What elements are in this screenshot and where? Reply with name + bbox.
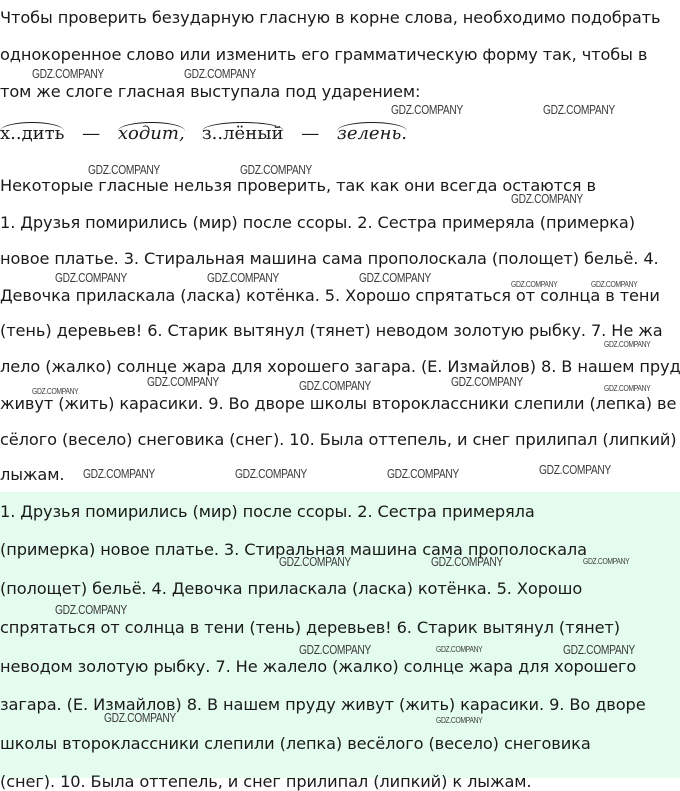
watermark: GDZ.COMPANY [563, 643, 635, 657]
example-word: з..лёный [201, 123, 284, 144]
watermark: GDZ.COMPANY [207, 271, 279, 285]
task-line: живут (жить) карасики. 9. Во дворе школы… [0, 394, 677, 413]
watermark: GDZ.COMPANY [299, 379, 371, 393]
example-word: ходит, [117, 123, 185, 144]
root-arc: з..лёный [201, 122, 284, 144]
answer-line: неводом золотую рыбку. 7. Не жалело (жал… [0, 657, 637, 676]
answer-panel: 1. Друзья помирились (мир) после ссоры. … [0, 492, 680, 791]
watermark: GDZ.COMPANY [604, 340, 651, 349]
example-word: х..дить [0, 123, 65, 144]
watermark: GDZ.COMPANY [55, 603, 127, 617]
watermark: GDZ.COMPANY [32, 67, 104, 81]
dash: — [301, 123, 320, 144]
watermark: GDZ.COMPANY [543, 103, 615, 117]
task-line: новое платье. 3. Стиральная машина сама … [0, 249, 659, 268]
task-line: лыжам. [0, 465, 65, 484]
answer-line: (снег). 10. Была оттепель, и снег прилип… [0, 772, 532, 791]
answer-line: школы второклассники слепили (лепка) вес… [0, 734, 591, 753]
task-line: лело (жалко) солнце жара для хорошего за… [0, 357, 680, 376]
answer-line: спрятаться от солнца в тени (тень) дерев… [0, 618, 620, 637]
watermark: GDZ.COMPANY [32, 387, 79, 396]
task-line: Девочка приласкала (ласка) котёнка. 5. Х… [0, 286, 660, 305]
watermark: GDZ.COMPANY [359, 271, 431, 285]
watermark: GDZ.COMPANY [235, 467, 307, 481]
watermark: GDZ.COMPANY [451, 375, 523, 389]
watermark: GDZ.COMPANY [55, 271, 127, 285]
watermark: GDZ.COMPANY [539, 463, 611, 477]
watermark: GDZ.COMPANY [299, 643, 371, 657]
watermark: GDZ.COMPANY [147, 375, 219, 389]
root-example: х..дить — ходит, з..лёный — зелень. [0, 122, 407, 144]
watermark: GDZ.COMPANY [431, 555, 503, 569]
root-arc: х..дить [0, 122, 65, 144]
watermark: GDZ.COMPANY [436, 716, 483, 725]
watermark: GDZ.COMPANY [583, 557, 630, 566]
watermark: GDZ.COMPANY [604, 384, 651, 393]
answer-line: (полощет) бельё. 4. Девочка приласкала (… [0, 579, 583, 598]
rule-line: Чтобы проверить безударную гласную в кор… [0, 8, 661, 27]
watermark: GDZ.COMPANY [104, 711, 176, 725]
watermark: GDZ.COMPANY [436, 645, 483, 654]
watermark: GDZ.COMPANY [279, 555, 351, 569]
watermark: GDZ.COMPANY [511, 192, 583, 206]
watermark: GDZ.COMPANY [240, 163, 312, 177]
watermark: GDZ.COMPANY [511, 280, 558, 289]
watermark: GDZ.COMPANY [83, 467, 155, 481]
task-line: сёлого (весело) снеговика (снег). 10. Бы… [0, 430, 680, 449]
root-arc: зелень. [337, 122, 407, 144]
answer-line: 1. Друзья помирились (мир) после ссоры. … [0, 502, 535, 521]
note-text: Некоторые гласные нельзя проверить, так … [0, 176, 596, 195]
rule-line: однокоренное слово или изменить его грам… [0, 45, 648, 64]
answer-line: загара. (Е. Измайлов) 8. В нашем пруду ж… [0, 695, 646, 714]
dash: — [82, 123, 101, 144]
example-word: зелень. [337, 123, 407, 144]
watermark: GDZ.COMPANY [387, 467, 459, 481]
root-arc: ходит, [117, 122, 185, 144]
task-line: 1. Друзья помирились (мир) после ссоры. … [0, 213, 635, 232]
watermark: GDZ.COMPANY [88, 163, 160, 177]
watermark: GDZ.COMPANY [591, 280, 638, 289]
task-line: (тень) деревьев! 6. Старик вытянул (тяне… [0, 321, 663, 340]
watermark: GDZ.COMPANY [391, 103, 463, 117]
rule-line: том же слоге гласная выступала под ударе… [0, 82, 421, 101]
watermark: GDZ.COMPANY [184, 67, 256, 81]
